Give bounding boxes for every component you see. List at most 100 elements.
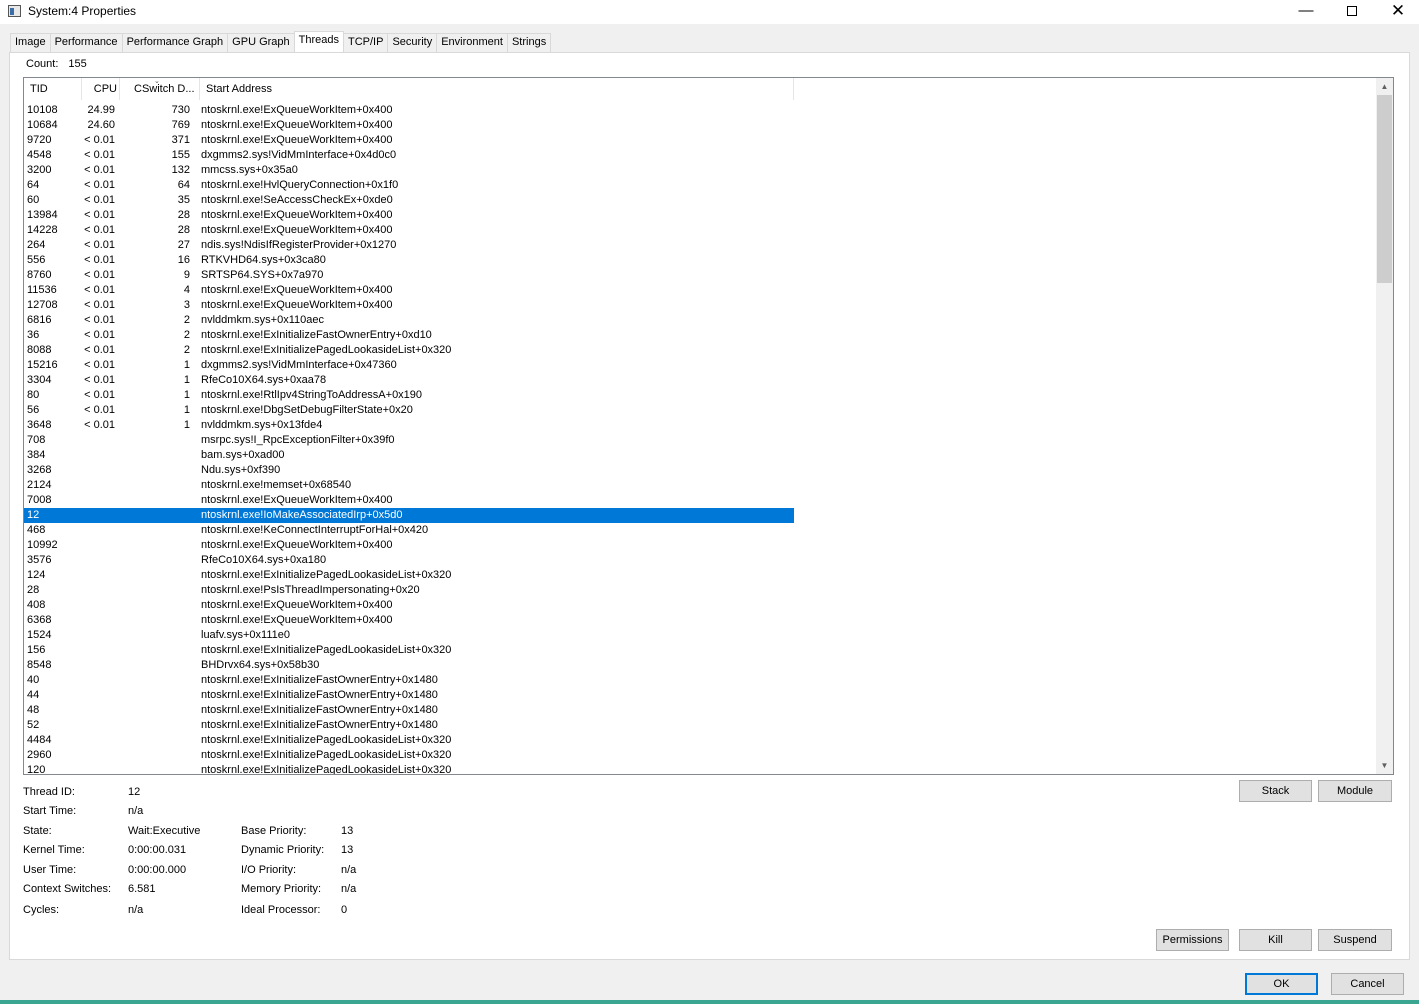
table-row[interactable]: 556 < 0.01 16 RTKVHD64.sys+0x3ca80 bbox=[24, 253, 794, 268]
tid-header-label: TID bbox=[30, 83, 48, 95]
table-row[interactable]: 3304 < 0.01 1 RfeCo10X64.sys+0xaa78 bbox=[24, 373, 794, 388]
table-row[interactable]: 36 < 0.01 2 ntoskrnl.exe!ExInitializeFastOw… bbox=[24, 328, 794, 343]
cell-tid: 3576 bbox=[27, 554, 52, 566]
table-row[interactable]: 9720 < 0.01 371 ntoskrnl.exe!ExQueueWorkIte… bbox=[24, 133, 794, 148]
cell-start-address: ntoskrnl.exe!ExInitializeFastOwnerEntry+… bbox=[201, 674, 438, 686]
cell-cswitch: 730 bbox=[171, 104, 190, 116]
cell-cpu: < 0.01 bbox=[84, 284, 115, 296]
table-row[interactable]: 2124 ntoskrnl.exe!memset+0x68540 bbox=[24, 478, 794, 493]
window-title: System:4 Properties bbox=[28, 4, 137, 18]
permissions-button[interactable]: Permissions bbox=[1156, 929, 1229, 951]
table-row[interactable]: 6816 < 0.01 2 nvlddmkm.sys+0x110aec bbox=[24, 313, 794, 328]
tab-environment[interactable]: Environment bbox=[436, 33, 508, 52]
table-row[interactable]: 1524 luafv.sys+0x111e0 bbox=[24, 628, 794, 643]
table-row[interactable]: 264 < 0.01 27 ndis.sys!NdisIfRegisterProvid… bbox=[24, 238, 794, 253]
column-header-cpu[interactable]: ⌄ CPU bbox=[82, 78, 160, 100]
ok-button[interactable]: OK bbox=[1245, 973, 1318, 995]
table-row[interactable]: 10684 24.60 769 ntoskrnl.exe!ExQueueWorkIte… bbox=[24, 118, 794, 133]
table-row[interactable]: 3268 Ndu.sys+0xf390 bbox=[24, 463, 794, 478]
context-switches-value: 6.581 bbox=[128, 883, 156, 895]
table-row[interactable]: 12708 < 0.01 3 ntoskrnl.exe!ExQueueWorkItem… bbox=[24, 298, 794, 313]
suspend-button[interactable]: Suspend bbox=[1318, 929, 1392, 951]
table-row[interactable]: 708 msrpc.sys!I_RpcExceptionFilter+0x39f0 bbox=[24, 433, 794, 448]
cell-start-address: bam.sys+0xad00 bbox=[201, 449, 285, 461]
tab-image[interactable]: Image bbox=[10, 33, 51, 52]
cell-start-address: nvlddmkm.sys+0x110aec bbox=[201, 314, 324, 326]
maximize-button[interactable] bbox=[1329, 0, 1375, 24]
cell-cswitch: 132 bbox=[171, 164, 190, 176]
table-row[interactable]: 4548 < 0.01 155 dxgmms2.sys!VidMmInterface+… bbox=[24, 148, 794, 163]
tab-performance-graph[interactable]: Performance Graph bbox=[121, 33, 229, 52]
io-priority-value: n/a bbox=[341, 864, 357, 876]
table-row[interactable]: 11536 < 0.01 4 ntoskrnl.exe!ExQueueWorkItem… bbox=[24, 283, 794, 298]
table-row[interactable]: 468 ntoskrnl.exe!KeConnectInterruptForHal… bbox=[24, 523, 794, 538]
table-row[interactable]: 10108 24.99 730 ntoskrnl.exe!ExQueueWorkIte… bbox=[24, 103, 794, 118]
threads-list[interactable]: TID ⌄ CPU CSwitch D... Start Address 1010… bbox=[23, 77, 1394, 775]
table-row[interactable]: 384 bam.sys+0xad00 bbox=[24, 448, 794, 463]
scroll-down-icon[interactable]: ▼ bbox=[1376, 757, 1393, 774]
table-row[interactable]: 15216 < 0.01 1 dxgmms2.sys!VidMmInterface+0… bbox=[24, 358, 794, 373]
table-row[interactable]: 48 ntoskrnl.exe!ExInitializeFastOwnerEntr… bbox=[24, 703, 794, 718]
tab-strings[interactable]: Strings bbox=[506, 33, 552, 52]
kernel-time-value: 0:00:00.031 bbox=[128, 844, 187, 856]
table-row[interactable]: 44 ntoskrnl.exe!ExInitializeFastOwnerEntr… bbox=[24, 688, 794, 703]
vertical-scrollbar[interactable]: ▲ ▼ bbox=[1376, 78, 1393, 774]
table-row[interactable]: 56 < 0.01 1 ntoskrnl.exe!DbgSetDebugFilterS… bbox=[24, 403, 794, 418]
cell-start-address: dxgmms2.sys!VidMmInterface+0x4d0c0 bbox=[201, 149, 397, 161]
ideal-processor-label: Ideal Processor: bbox=[241, 904, 321, 916]
minimize-button[interactable]: — bbox=[1283, 0, 1329, 24]
cell-start-address: ntoskrnl.exe!ExQueueWorkItem+0x400 bbox=[201, 104, 393, 116]
cell-tid: 10684 bbox=[27, 119, 58, 131]
cell-start-address: ntoskrnl.exe!ExInitializeFastOwnerEntry+… bbox=[201, 719, 438, 731]
cell-tid: 12 bbox=[27, 509, 40, 521]
tab-performance[interactable]: Performance bbox=[49, 33, 123, 52]
tab-tcp-ip[interactable]: TCP/IP bbox=[343, 33, 389, 52]
table-row[interactable]: 8088 < 0.01 2 ntoskrnl.exe!ExInitializePage… bbox=[24, 343, 794, 358]
table-row[interactable]: 7008 ntoskrnl.exe!ExQueueWorkItem+0x400 bbox=[24, 493, 794, 508]
stack-button[interactable]: Stack bbox=[1239, 780, 1312, 802]
table-row[interactable]: 13984 < 0.01 28 ntoskrnl.exe!ExQueueWorkIte… bbox=[24, 208, 794, 223]
table-row[interactable]: 12 ntoskrnl.exe!IoMakeAssociatedIrp+0x5d0 bbox=[24, 508, 794, 523]
cell-cswitch: 28 bbox=[177, 209, 190, 221]
cell-cswitch: 2 bbox=[183, 329, 190, 341]
cell-tid: 7008 bbox=[27, 494, 52, 506]
table-row[interactable]: 8548 BHDrvx64.sys+0x58b30 bbox=[24, 658, 794, 673]
table-row[interactable]: 10992 ntoskrnl.exe!ExQueueWorkItem+0x400 bbox=[24, 538, 794, 553]
tab-threads[interactable]: Threads bbox=[293, 31, 344, 52]
column-header-tid[interactable]: TID bbox=[24, 78, 82, 100]
cell-tid: 556 bbox=[27, 254, 46, 266]
table-row[interactable]: 156 ntoskrnl.exe!ExInitializePagedLookasi… bbox=[24, 643, 794, 658]
cell-tid: 15216 bbox=[27, 359, 58, 371]
cell-tid: 3268 bbox=[27, 464, 52, 476]
table-row[interactable]: 4484 ntoskrnl.exe!ExInitializePagedLookas… bbox=[24, 733, 794, 748]
close-button[interactable]: ✕ bbox=[1375, 0, 1419, 24]
cancel-button[interactable]: Cancel bbox=[1331, 973, 1404, 995]
tab-security[interactable]: Security bbox=[387, 33, 438, 52]
cell-tid: 4548 bbox=[27, 149, 52, 161]
table-row[interactable]: 40 ntoskrnl.exe!ExInitializeFastOwnerEntr… bbox=[24, 673, 794, 688]
table-row[interactable]: 80 < 0.01 1 ntoskrnl.exe!RtlIpv4StringToAdd… bbox=[24, 388, 794, 403]
table-row[interactable]: 3576 RfeCo10X64.sys+0xa180 bbox=[24, 553, 794, 568]
table-row[interactable]: 14228 < 0.01 28 ntoskrnl.exe!ExQueueWorkIte… bbox=[24, 223, 794, 238]
scroll-thumb[interactable] bbox=[1377, 95, 1392, 283]
table-row[interactable]: 8760 < 0.01 9 SRTSP64.SYS+0x7a970 bbox=[24, 268, 794, 283]
table-row[interactable]: 52 ntoskrnl.exe!ExInitializeFastOwnerEntr… bbox=[24, 718, 794, 733]
kill-button[interactable]: Kill bbox=[1239, 929, 1312, 951]
scroll-up-icon[interactable]: ▲ bbox=[1376, 78, 1393, 95]
table-row[interactable]: 408 ntoskrnl.exe!ExQueueWorkItem+0x400 bbox=[24, 598, 794, 613]
tab-gpu-graph[interactable]: GPU Graph bbox=[227, 33, 295, 52]
column-header-start-address[interactable]: Start Address bbox=[200, 78, 794, 100]
table-row[interactable]: 2960 ntoskrnl.exe!ExInitializePagedLookas… bbox=[24, 748, 794, 763]
table-row[interactable]: 124 ntoskrnl.exe!ExInitializePagedLookasi… bbox=[24, 568, 794, 583]
module-button[interactable]: Module bbox=[1318, 780, 1392, 802]
table-row[interactable]: 64 < 0.01 64 ntoskrnl.exe!HvlQueryConnectio… bbox=[24, 178, 794, 193]
table-row[interactable]: 28 ntoskrnl.exe!PsIsThreadImpersonating+0… bbox=[24, 583, 794, 598]
table-row[interactable]: 3200 < 0.01 132 mmcss.sys+0x35a0 bbox=[24, 163, 794, 178]
table-row[interactable]: 6368 ntoskrnl.exe!ExQueueWorkItem+0x400 bbox=[24, 613, 794, 628]
base-priority-label: Base Priority: bbox=[241, 825, 307, 837]
table-row[interactable]: 3648 < 0.01 1 nvlddmkm.sys+0x13fde4 bbox=[24, 418, 794, 433]
table-row[interactable]: 60 < 0.01 35 ntoskrnl.exe!SeAccessCheckEx+0… bbox=[24, 193, 794, 208]
cell-cpu: < 0.01 bbox=[84, 254, 115, 266]
table-row[interactable]: 120 ntoskrnl.exe!ExInitializePagedLookasi… bbox=[24, 763, 794, 774]
column-header-cswitch[interactable]: CSwitch D... bbox=[120, 78, 200, 100]
